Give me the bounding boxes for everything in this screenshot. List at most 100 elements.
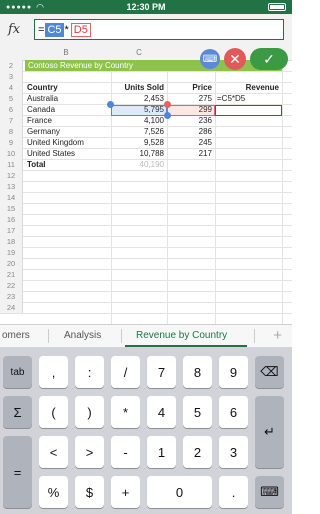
row-number[interactable]: 16: [0, 214, 23, 225]
table-cell[interactable]: 10,788: [113, 148, 164, 159]
row-number[interactable]: 15: [0, 203, 23, 214]
row-number[interactable]: 10: [0, 148, 23, 159]
row-number[interactable]: 5: [0, 93, 23, 104]
confirm-button[interactable]: ✓: [250, 48, 288, 70]
row-number[interactable]: 7: [0, 115, 23, 126]
row-number[interactable]: 8: [0, 126, 23, 137]
row-number[interactable]: 12: [0, 170, 23, 181]
column-header-b[interactable]: B: [56, 48, 76, 57]
equals-key[interactable]: =: [3, 436, 32, 508]
row-number[interactable]: 13: [0, 181, 23, 192]
row-number[interactable]: 18: [0, 236, 23, 247]
selection-handle[interactable]: [164, 112, 171, 119]
table-cell[interactable]: 40,190: [113, 159, 164, 170]
table-cell[interactable]: =C5*D5: [217, 93, 279, 104]
table-cell[interactable]: 2,453: [113, 93, 164, 104]
table-cell[interactable]: Australia: [27, 93, 108, 104]
tab-divider: [48, 329, 49, 343]
key-7[interactable]: 7: [147, 356, 176, 388]
cancel-button[interactable]: ✕: [224, 48, 246, 70]
tab-customers[interactable]: omers: [2, 330, 30, 341]
multiply-key[interactable]: *: [111, 396, 140, 428]
table-cell[interactable]: 7,526: [113, 126, 164, 137]
row-number[interactable]: 19: [0, 247, 23, 258]
row-number[interactable]: 9: [0, 137, 23, 148]
key-8[interactable]: 8: [183, 356, 212, 388]
row-number[interactable]: 21: [0, 269, 23, 280]
table-cell[interactable]: 217: [169, 148, 212, 159]
plus-key[interactable]: +: [111, 476, 140, 508]
key-2[interactable]: 2: [183, 436, 212, 468]
row-number[interactable]: 22: [0, 280, 23, 291]
tab-analysis[interactable]: Analysis: [64, 330, 101, 341]
table-cell[interactable]: Canada: [27, 104, 108, 115]
table-cell[interactable]: 236: [169, 115, 212, 126]
table-cell[interactable]: Germany: [27, 126, 108, 137]
formula-input[interactable]: = C5 * D5: [34, 19, 284, 40]
battery-icon: [268, 3, 286, 11]
table-cell[interactable]: France: [27, 115, 108, 126]
fx-icon[interactable]: fx: [8, 22, 20, 37]
sum-key[interactable]: Σ: [3, 396, 32, 428]
selection-handle[interactable]: [164, 101, 171, 108]
dollar-key[interactable]: $: [75, 476, 104, 508]
tab-revenue-by-country[interactable]: Revenue by Country: [136, 330, 227, 341]
row-number[interactable]: 2: [0, 60, 23, 71]
table-cell[interactable]: 275: [169, 93, 212, 104]
percent-key[interactable]: %: [39, 476, 68, 508]
spreadsheet-grid[interactable]: B C 2 Contoso Revenue by Country 3 4 Country…: [0, 46, 292, 324]
status-time: 12:30 PM: [126, 2, 166, 12]
greater-than-key[interactable]: >: [75, 436, 104, 468]
table-cell[interactable]: 245: [169, 137, 212, 148]
row-number[interactable]: 3: [0, 71, 23, 82]
row-number[interactable]: 11: [0, 159, 23, 170]
formula-operator: *: [64, 23, 69, 36]
tab-divider: [121, 329, 122, 343]
decimal-key[interactable]: .: [219, 476, 248, 508]
key-0[interactable]: 0: [147, 476, 212, 508]
colon-key[interactable]: :: [75, 356, 104, 388]
tab-divider: [254, 329, 255, 343]
selection-handle[interactable]: [107, 101, 114, 108]
close-paren-key[interactable]: ): [75, 396, 104, 428]
row-number[interactable]: 4: [0, 82, 23, 93]
key-5[interactable]: 5: [183, 396, 212, 428]
row-number[interactable]: 17: [0, 225, 23, 236]
row-number[interactable]: 6: [0, 104, 23, 115]
row-number[interactable]: 24: [0, 302, 23, 313]
less-than-key[interactable]: <: [39, 436, 68, 468]
row-number[interactable]: 14: [0, 192, 23, 203]
key-1[interactable]: 1: [147, 436, 176, 468]
column-heading[interactable]: Revenue: [217, 82, 279, 93]
table-cell[interactable]: 4,100: [113, 115, 164, 126]
formula-ref-d5[interactable]: D5: [70, 22, 91, 37]
table-cell[interactable]: 286: [169, 126, 212, 137]
ref-highlight-c5: [111, 105, 167, 116]
backspace-icon[interactable]: ⌫: [255, 356, 284, 388]
column-heading[interactable]: Units Sold: [113, 82, 164, 93]
row-number[interactable]: 23: [0, 291, 23, 302]
table-cell[interactable]: Total: [27, 159, 108, 170]
divide-key[interactable]: /: [111, 356, 140, 388]
add-sheet-icon[interactable]: +: [273, 327, 282, 344]
formula-ref-c5[interactable]: C5: [45, 22, 64, 37]
table-cell[interactable]: 9,528: [113, 137, 164, 148]
comma-key[interactable]: ,: [39, 356, 68, 388]
key-3[interactable]: 3: [219, 436, 248, 468]
active-cell[interactable]: [215, 105, 282, 116]
minus-key[interactable]: -: [111, 436, 140, 468]
hide-keyboard-icon[interactable]: ⌨: [255, 476, 284, 508]
table-cell[interactable]: United States: [27, 148, 108, 159]
open-paren-key[interactable]: (: [39, 396, 68, 428]
column-heading[interactable]: Price: [169, 82, 212, 93]
tab-key[interactable]: tab: [3, 356, 32, 388]
key-9[interactable]: 9: [219, 356, 248, 388]
key-6[interactable]: 6: [219, 396, 248, 428]
table-cell[interactable]: United Kingdom: [27, 137, 108, 148]
column-heading[interactable]: Country: [27, 82, 108, 93]
enter-icon[interactable]: ↵: [255, 396, 284, 468]
column-header-c[interactable]: C: [129, 48, 149, 57]
key-4[interactable]: 4: [147, 396, 176, 428]
keyboard-toggle-icon[interactable]: ⌨: [200, 49, 220, 69]
row-number[interactable]: 20: [0, 258, 23, 269]
